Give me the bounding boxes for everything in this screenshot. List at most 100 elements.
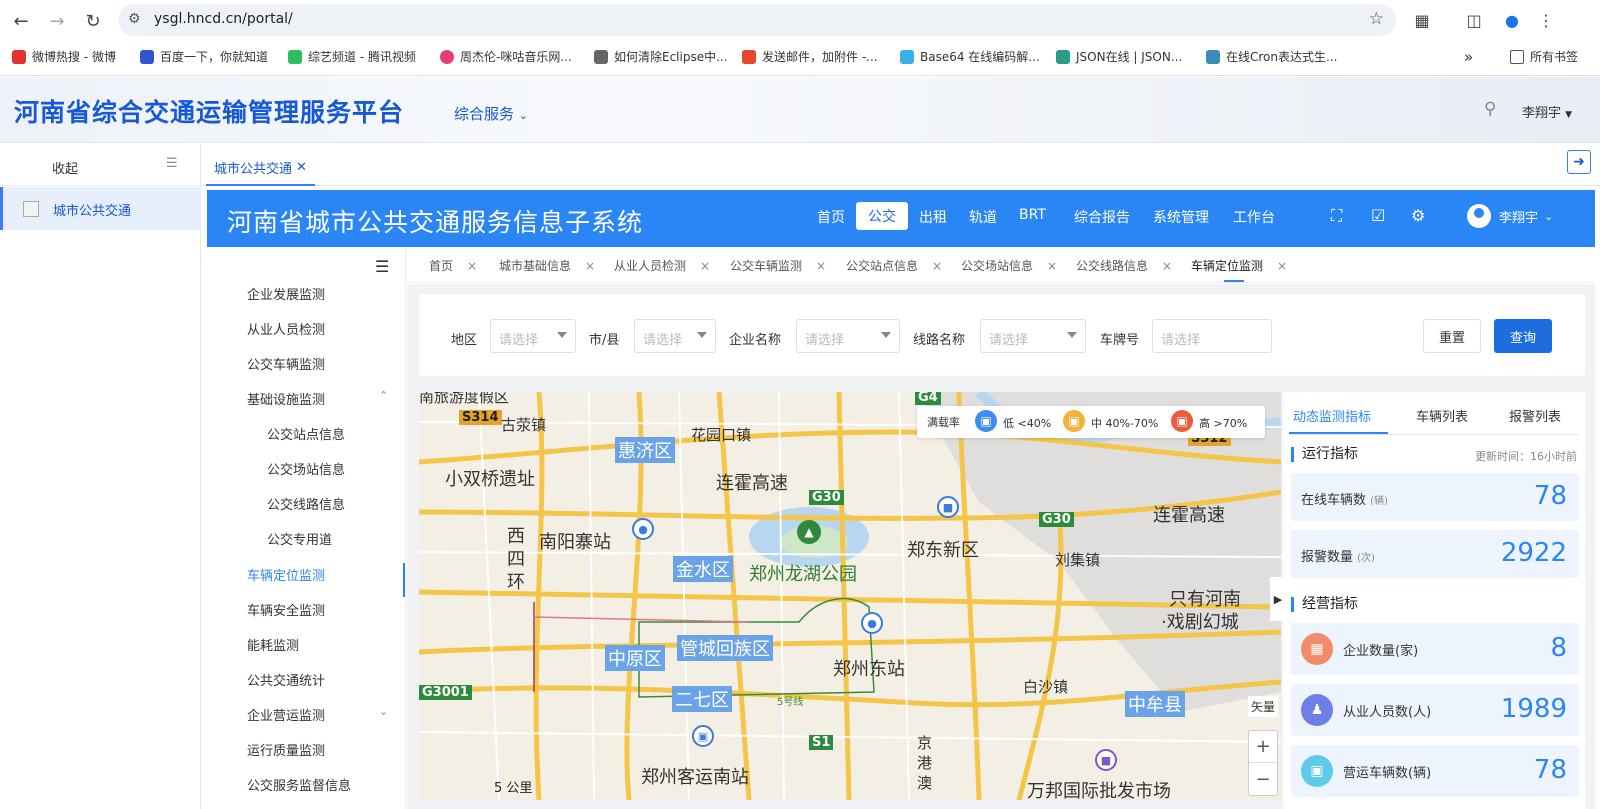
inner-tab-lines[interactable]: 公交线路信息 × [1076, 257, 1172, 274]
nav-rail[interactable]: 轨道 [969, 207, 997, 227]
menu-item-lines[interactable]: 公交线路信息 [267, 494, 345, 513]
close-icon[interactable]: ✕ [296, 160, 307, 175]
portal-title: 河南省综合交通运输管理服务平台 [14, 98, 405, 127]
more-bookmarks-icon[interactable]: » [1464, 48, 1473, 66]
bus-icon: ▣ [975, 410, 997, 432]
close-icon[interactable]: × [467, 259, 477, 273]
zoom-out-button[interactable]: − [1249, 763, 1277, 795]
nav-brt[interactable]: BRT [1019, 207, 1046, 223]
plate-input[interactable]: 请选择 [1152, 319, 1272, 353]
menu-item-enterprise-dev[interactable]: 企业发展监测 [247, 284, 325, 303]
menu-item-staff-check[interactable]: 从业人员检测 [247, 319, 325, 338]
menu-item-infrastructure[interactable]: 基础设施监测 [247, 389, 325, 408]
profile-icon[interactable]: ● [1500, 8, 1524, 32]
map-label: 小双桥遗址 [445, 469, 535, 490]
bookmark-weibo[interactable]: 微博热搜 - 微博 [12, 48, 116, 65]
tab-urban-transit[interactable]: 城市公共交通 ✕ [206, 150, 315, 186]
inner-tab-city-info[interactable]: 城市基础信息 × [499, 257, 595, 274]
reset-button[interactable]: 重置 [1423, 319, 1481, 353]
bookmark-baidu[interactable]: 百度一下，你就知道 [140, 48, 268, 65]
kpi-label: 报警数量 (次) [1301, 546, 1375, 565]
close-icon[interactable]: × [700, 259, 710, 273]
bookmark-json[interactable]: JSON在线 | JSON... [1056, 48, 1182, 65]
menu-item-service-supervision[interactable]: 公交服务监督信息 [247, 775, 351, 794]
close-icon[interactable]: × [585, 259, 595, 273]
menu-toggle-icon[interactable]: ☰ [375, 257, 389, 276]
menu-item-vehicle-location[interactable]: 车辆定位监测 [247, 565, 325, 584]
menu-item-bus-lanes[interactable]: 公交专用道 [267, 529, 332, 548]
road-sign: G30 [1039, 512, 1074, 527]
city-select[interactable]: 请选择 [634, 319, 716, 353]
settings-icon[interactable]: ⚙ [1411, 206, 1425, 225]
menu-item-vehicle-safety[interactable]: 车辆安全监测 [247, 600, 325, 619]
tab-dynamic-metrics[interactable]: 动态监测指标 [1293, 406, 1371, 425]
chevron-down-icon: ⌄ [518, 109, 529, 122]
menu-item-energy[interactable]: 能耗监测 [247, 635, 299, 654]
region-select[interactable]: 请选择 [490, 319, 576, 353]
bookmark-tencent[interactable]: 综艺频道 - 腾讯视频 [288, 48, 416, 65]
bookmark-migu[interactable]: 周杰伦-咪咕音乐网... [440, 48, 572, 65]
portal-user-menu[interactable]: 李翔宇 ▼ [1522, 102, 1572, 121]
kpi-online-vehicles: 在线车辆数 (辆) 78 [1291, 473, 1579, 521]
tab-scroll-right-icon[interactable]: ➜ [1567, 150, 1591, 174]
search-icon[interactable]: ⚲ [1484, 99, 1496, 119]
bookmark-eclipse[interactable]: 如何清除Eclipse中... [594, 48, 728, 65]
back-icon[interactable]: ← [8, 8, 34, 34]
site-info-icon[interactable]: ⚙ [128, 11, 141, 27]
inner-tab-vehicles[interactable]: 公交车辆监测 × [730, 257, 826, 274]
menu-item-enterprise-ops[interactable]: 企业营运监测 [247, 705, 325, 724]
nav-bus[interactable]: 公交 [856, 202, 908, 230]
close-icon[interactable]: × [816, 259, 826, 273]
map-view[interactable]: 南旅游度假区 S314 G4 S312 G30 G30 G3001 S1 古荥镇… [419, 392, 1281, 800]
menu-icon[interactable]: ⋮ [1534, 8, 1558, 32]
sidepanel-icon[interactable]: ◫ [1462, 8, 1486, 32]
kpi-unit: (次) [1357, 553, 1375, 564]
sidebar-item-urban-transit[interactable]: 城市公共交通 [0, 187, 201, 230]
reload-icon[interactable]: ↻ [80, 8, 106, 34]
park-icon: ▲ [797, 520, 821, 544]
query-button[interactable]: 查询 [1494, 319, 1552, 353]
inner-tab-depots[interactable]: 公交场站信息 × [961, 257, 1057, 274]
inner-tab-stops[interactable]: 公交站点信息 × [846, 257, 942, 274]
nav-report[interactable]: 综合报告 [1074, 207, 1130, 227]
sidebar-collapse[interactable]: 收起 ☰ [0, 144, 201, 186]
menu-item-depots[interactable]: 公交场站信息 [267, 459, 345, 478]
nav-system[interactable]: 系统管理 [1153, 207, 1209, 227]
close-icon[interactable]: × [1277, 259, 1287, 273]
select-placeholder: 请选择 [643, 333, 683, 348]
menu-item-stops[interactable]: 公交站点信息 [267, 424, 345, 443]
close-icon[interactable]: × [1047, 259, 1057, 273]
portal-menu-comprehensive[interactable]: 综合服务 ⌄ [454, 103, 528, 124]
inner-tab-staff[interactable]: 从业人员检测 × [614, 257, 710, 274]
people-icon: ♟ [1301, 694, 1333, 726]
company-select[interactable]: 请选择 [796, 319, 900, 353]
menu-item-quality[interactable]: 运行质量监测 [247, 740, 325, 759]
subsystem-user-menu[interactable]: 李翔宇 ⌄ [1467, 204, 1553, 228]
forward-icon[interactable]: → [44, 8, 70, 34]
fullscreen-icon[interactable]: ⛶ [1331, 206, 1342, 226]
tab-vehicle-list[interactable]: 车辆列表 [1416, 406, 1468, 425]
vector-map-toggle[interactable]: 矢量 [1248, 696, 1279, 717]
extensions-icon[interactable]: ▦ [1410, 8, 1434, 32]
lock-icon[interactable]: ☑ [1371, 206, 1385, 225]
nav-home[interactable]: 首页 [817, 207, 845, 227]
nav-taxi[interactable]: 出租 [919, 207, 947, 227]
bookmark-mail[interactable]: 发送邮件，加附件 -... [742, 48, 878, 65]
all-bookmarks[interactable]: 所有书签 [1510, 48, 1578, 65]
tab-alarm-list[interactable]: 报警列表 [1509, 406, 1561, 425]
inner-tab-vehicle-location[interactable]: 车辆定位监测 × [1191, 257, 1287, 274]
bookmark-base64[interactable]: Base64 在线编码解... [900, 48, 1040, 65]
zoom-in-button[interactable]: + [1249, 731, 1277, 763]
map-label: 白沙镇 [1023, 678, 1069, 696]
close-icon[interactable]: × [1162, 259, 1172, 273]
menu-item-statistics[interactable]: 公共交通统计 [247, 670, 325, 689]
nav-workbench[interactable]: 工作台 [1233, 207, 1275, 227]
bookmark-cron[interactable]: 在线Cron表达式生... [1206, 48, 1337, 65]
line-select[interactable]: 请选择 [980, 319, 1086, 353]
menu-item-vehicle-monitor[interactable]: 公交车辆监测 [247, 354, 325, 373]
inner-tab-home[interactable]: 首页 × [429, 257, 477, 274]
kpi-label-text: 报警数量 [1301, 550, 1354, 565]
address-bar[interactable]: ⚙ ysgl.hncd.cn/portal/ ☆ [118, 4, 1396, 36]
close-icon[interactable]: × [932, 259, 942, 273]
bookmark-star-icon[interactable]: ☆ [1369, 9, 1384, 29]
